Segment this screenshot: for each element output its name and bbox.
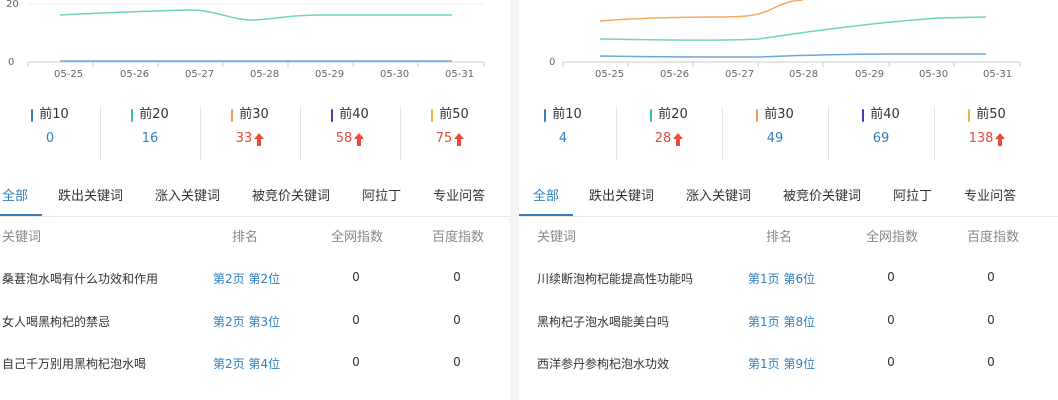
header-all-index: 全网指数: [331, 230, 384, 245]
left-stats-row: 前10 0 前20 16 前30 33 前40 58 前50 75: [0, 104, 500, 162]
header-rank: 排名: [232, 230, 259, 245]
x-tick-label: 05-27: [725, 69, 754, 80]
stat-top50: 前50 75: [400, 104, 500, 162]
stat-top10: 前10 4: [519, 104, 616, 162]
x-tick-label: 05-28: [789, 69, 818, 80]
tab-all[interactable]: 全部: [0, 178, 43, 216]
table-row: 女人喝黑枸杞的禁忌 第2页 第3位 0 0: [0, 313, 510, 333]
right-stats-row: 前10 4 前20 28 前30 49 前40 69 前50 138: [519, 104, 1040, 162]
table-row: 川续断泡枸杞能提高性功能吗 第1页 第6位 0 0: [519, 270, 1058, 290]
y-tick-label: 0: [8, 57, 14, 68]
tab-dropped-keywords[interactable]: 跌出关键词: [42, 178, 139, 216]
header-baidu-index: 百度指数: [967, 230, 1020, 245]
arrow-up-icon: [354, 132, 365, 146]
rank-link[interactable]: 第1页 第6位: [748, 270, 815, 287]
stat-top20: 前20 28: [616, 104, 722, 162]
stat-top20: 前20 16: [100, 104, 200, 162]
keyword-cell: 自己千万别用黑枸杞泡水喝: [2, 357, 147, 371]
right-ranking-panel: 0 05-25 05-26 05-27 05-28 05-29 05-30 05…: [519, 0, 1058, 400]
x-tick-label: 05-31: [983, 69, 1012, 80]
tab-bid-keywords[interactable]: 被竞价关键词: [767, 178, 877, 216]
stat-top40: 前40 69: [828, 104, 934, 162]
rank-link[interactable]: 第2页 第2位: [213, 270, 280, 287]
line-top20: [599, 16, 987, 41]
line-top20: [59, 9, 452, 21]
arrow-up-icon: [995, 132, 1006, 146]
x-tick-label: 05-30: [919, 69, 948, 80]
baidu-index-cell: 0: [453, 355, 461, 369]
tab-rising-keywords[interactable]: 涨入关键词: [670, 178, 767, 216]
keyword-cell: 桑葚泡水喝有什么功效和作用: [2, 272, 159, 286]
x-tick-label: 05-31: [445, 69, 474, 80]
stat-top30: 前30 33: [200, 104, 300, 162]
tab-expert-qa[interactable]: 专业问答: [948, 178, 1032, 216]
left-tab-bar: 全部 跌出关键词 涨入关键词 被竞价关键词 阿拉丁 专业问答: [0, 178, 510, 217]
y-tick-label: 20: [6, 0, 19, 10]
keyword-cell: 西洋参丹参枸杞泡水功效: [537, 357, 670, 371]
table-row: 桑葚泡水喝有什么功效和作用 第2页 第2位 0 0: [0, 270, 510, 290]
all-index-cell: 0: [887, 270, 895, 284]
x-tick-label: 05-29: [315, 69, 344, 80]
line-top10: [599, 53, 986, 58]
table-row: 西洋参丹参枸杞泡水功效 第1页 第9位 0 0: [519, 355, 1058, 375]
baidu-index-cell: 0: [987, 313, 995, 327]
all-index-cell: 0: [352, 270, 360, 284]
tab-bid-keywords[interactable]: 被竞价关键词: [236, 178, 346, 216]
tab-dropped-keywords[interactable]: 跌出关键词: [573, 178, 670, 216]
y-tick-label: 0: [549, 57, 555, 68]
right-tab-bar: 全部 跌出关键词 涨入关键词 被竞价关键词 阿拉丁 专业问答: [519, 178, 1058, 217]
arrow-up-icon: [673, 132, 684, 146]
table-row: 自己千万别用黑枸杞泡水喝 第2页 第4位 0 0: [0, 355, 510, 375]
left-trend-chart: 20 0 05-25 05-26 05-27 05-28 05-29 05-30…: [6, 0, 485, 80]
baidu-index-cell: 0: [987, 270, 995, 284]
rank-link[interactable]: 第2页 第4位: [213, 355, 280, 372]
stat-top40: 前40 58: [300, 104, 400, 162]
table-row: 黑枸杞子泡水喝能美白吗 第1页 第8位 0 0: [519, 313, 1058, 333]
baidu-index-cell: 0: [453, 270, 461, 284]
arrow-up-icon: [454, 132, 465, 146]
header-all-index: 全网指数: [866, 230, 919, 245]
x-tick-label: 05-26: [660, 69, 689, 80]
stat-top10: 前10 0: [0, 104, 100, 162]
keyword-cell: 女人喝黑枸杞的禁忌: [2, 315, 111, 329]
right-table-header: 关键词 排名 全网指数 百度指数: [519, 226, 1058, 248]
all-index-cell: 0: [352, 313, 360, 327]
tab-aladdin[interactable]: 阿拉丁: [877, 178, 948, 216]
x-tick-label: 05-26: [120, 69, 149, 80]
left-ranking-panel: 20 0 05-25 05-26 05-27 05-28 05-29 05-30…: [0, 0, 510, 400]
stat-top30: 前30 49: [722, 104, 828, 162]
tab-rising-keywords[interactable]: 涨入关键词: [139, 178, 236, 216]
stat-top50: 前50 138: [934, 104, 1040, 162]
x-tick-label: 05-25: [54, 69, 83, 80]
x-tick-label: 05-25: [595, 69, 624, 80]
tab-aladdin[interactable]: 阿拉丁: [346, 178, 417, 216]
all-index-cell: 0: [352, 355, 360, 369]
header-keyword: 关键词: [537, 230, 577, 245]
keyword-cell: 川续断泡枸杞能提高性功能吗: [537, 272, 694, 286]
baidu-index-cell: 0: [987, 355, 995, 369]
rank-link[interactable]: 第1页 第8位: [748, 313, 815, 330]
x-tick-label: 05-29: [855, 69, 884, 80]
all-index-cell: 0: [887, 313, 895, 327]
x-tick-label: 05-30: [380, 69, 409, 80]
arrow-up-icon: [254, 132, 265, 146]
baidu-index-cell: 0: [453, 313, 461, 327]
x-tick-label: 05-28: [250, 69, 279, 80]
header-rank: 排名: [766, 230, 793, 245]
x-tick-label: 05-27: [185, 69, 214, 80]
header-baidu-index: 百度指数: [432, 230, 485, 245]
rank-link[interactable]: 第1页 第9位: [748, 355, 815, 372]
rank-link[interactable]: 第2页 第3位: [213, 313, 280, 330]
right-trend-chart: 0 05-25 05-26 05-27 05-28 05-29 05-30 05…: [549, 0, 1021, 80]
tab-all[interactable]: 全部: [519, 178, 574, 216]
tab-expert-qa[interactable]: 专业问答: [417, 178, 501, 216]
line-top30: [599, 0, 804, 22]
all-index-cell: 0: [887, 355, 895, 369]
keyword-cell: 黑枸杞子泡水喝能美白吗: [537, 315, 670, 329]
left-table-header: 关键词 排名 全网指数 百度指数: [0, 226, 510, 248]
header-keyword: 关键词: [2, 230, 42, 245]
